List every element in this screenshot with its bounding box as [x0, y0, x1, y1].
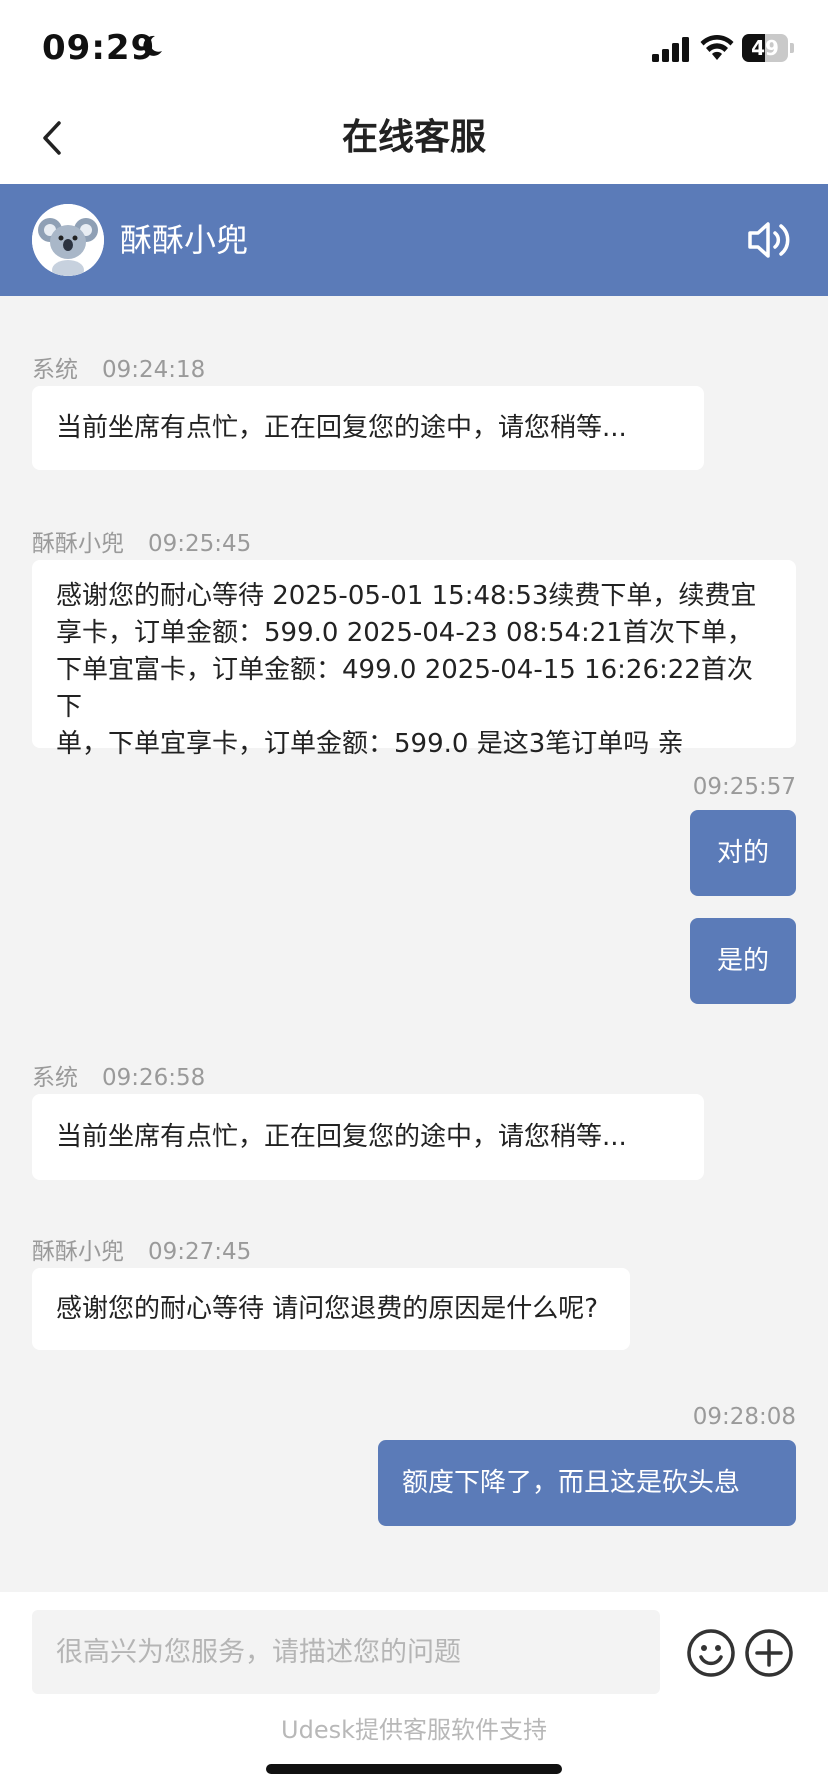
user-message-bubble: 是的 — [690, 918, 796, 1004]
message-text-line: 下单宜富卡，订单金额：499.0 2025-04-15 16:26:22首次下 — [56, 655, 753, 722]
page-title: 在线客服 — [341, 117, 486, 158]
status-time: 09:29 — [42, 28, 156, 68]
message-time: 09:28:08 — [692, 1404, 796, 1430]
plus-button[interactable] — [744, 1628, 794, 1678]
message-text-line: 单，下单宜享卡，订单金额：599.0 是这3笔订单吗 亲 — [56, 729, 684, 759]
agent-name: 酥酥小兜 — [120, 221, 249, 259]
home-indicator[interactable] — [266, 1764, 562, 1774]
nav-bar: 在线客服 — [0, 92, 828, 184]
message-meta: 酥酥小兜 09:25:45 — [32, 524, 251, 558]
wifi-icon — [700, 35, 734, 60]
status-bar: 09:29 49 — [0, 0, 828, 92]
message-meta: 系统 09:24:18 — [32, 350, 205, 384]
user-message-bubble: 对的 — [690, 810, 796, 896]
message-input[interactable] — [32, 1610, 660, 1694]
input-bar: Udesk提供客服软件支持 — [0, 1592, 828, 1792]
message-sender: 系统 — [32, 357, 78, 383]
message-text-line: 享卡，订单金额：599.0 2025-04-23 08:54:21首次下单， — [56, 618, 753, 648]
footer-text: Udesk提供客服软件支持 — [281, 1716, 547, 1744]
speaker-button[interactable] — [746, 218, 794, 262]
user-message-bubble: 额度下降了，而且这是砍头息 — [378, 1440, 796, 1526]
message-time: 09:25:57 — [692, 774, 796, 800]
battery-indicator: 49 — [742, 34, 794, 62]
message-meta: 系统 09:26:58 — [32, 1058, 205, 1092]
message-text: 对的 — [716, 838, 769, 868]
speaker-icon — [748, 222, 790, 258]
message-time: 09:25:45 — [148, 531, 252, 557]
agent-message-bubble: 感谢您的耐心等待 2025-05-01 15:48:53续费下单，续费宜 享卡，… — [32, 560, 796, 759]
emoji-icon — [687, 1629, 735, 1677]
system-message-bubble: 当前坐席有点忙，正在回复您的途中，请您稍等... — [32, 1094, 704, 1180]
message-sender: 酥酥小兜 — [32, 1239, 124, 1265]
back-button[interactable] — [30, 114, 74, 162]
agent-message-bubble: 感谢您的耐心等待 请问您退费的原因是什么呢? — [32, 1268, 630, 1350]
cellular-signal-icon — [652, 37, 689, 62]
emoji-button[interactable] — [686, 1628, 736, 1678]
message-sender: 系统 — [32, 1065, 78, 1091]
moon-icon — [143, 35, 162, 56]
battery-body: 49 — [742, 34, 788, 62]
plus-icon — [745, 1629, 793, 1677]
message-time: 09:26:58 — [102, 1065, 206, 1091]
agent-header: 酥酥小兜 — [0, 184, 828, 296]
message-text: 当前坐席有点忙，正在回复您的途中，请您稍等... — [56, 1122, 627, 1152]
message-text: 是的 — [716, 946, 769, 976]
system-message-bubble: 当前坐席有点忙，正在回复您的途中，请您稍等... — [32, 386, 704, 470]
message-time: 09:24:18 — [102, 357, 206, 383]
message-sender: 酥酥小兜 — [32, 531, 124, 557]
message-meta: 酥酥小兜 09:27:45 — [32, 1232, 251, 1266]
battery-level: 49 — [751, 36, 779, 60]
avatar[interactable] — [32, 204, 104, 276]
message-text-line: 感谢您的耐心等待 2025-05-01 15:48:53续费下单，续费宜 — [56, 581, 757, 611]
battery-tip — [790, 43, 794, 53]
message-time: 09:27:45 — [148, 1239, 252, 1265]
message-text: 当前坐席有点忙，正在回复您的途中，请您稍等... — [56, 413, 627, 443]
chevron-left-icon — [43, 121, 61, 155]
message-text: 感谢您的耐心等待 请问您退费的原因是什么呢? — [56, 1294, 599, 1324]
koala-avatar-icon — [32, 204, 104, 276]
message-text: 额度下降了，而且这是砍头息 — [402, 1468, 741, 1498]
chat-area[interactable]: 系统 09:24:18 当前坐席有点忙，正在回复您的途中，请您稍等... 酥酥小兜… — [0, 296, 828, 1592]
